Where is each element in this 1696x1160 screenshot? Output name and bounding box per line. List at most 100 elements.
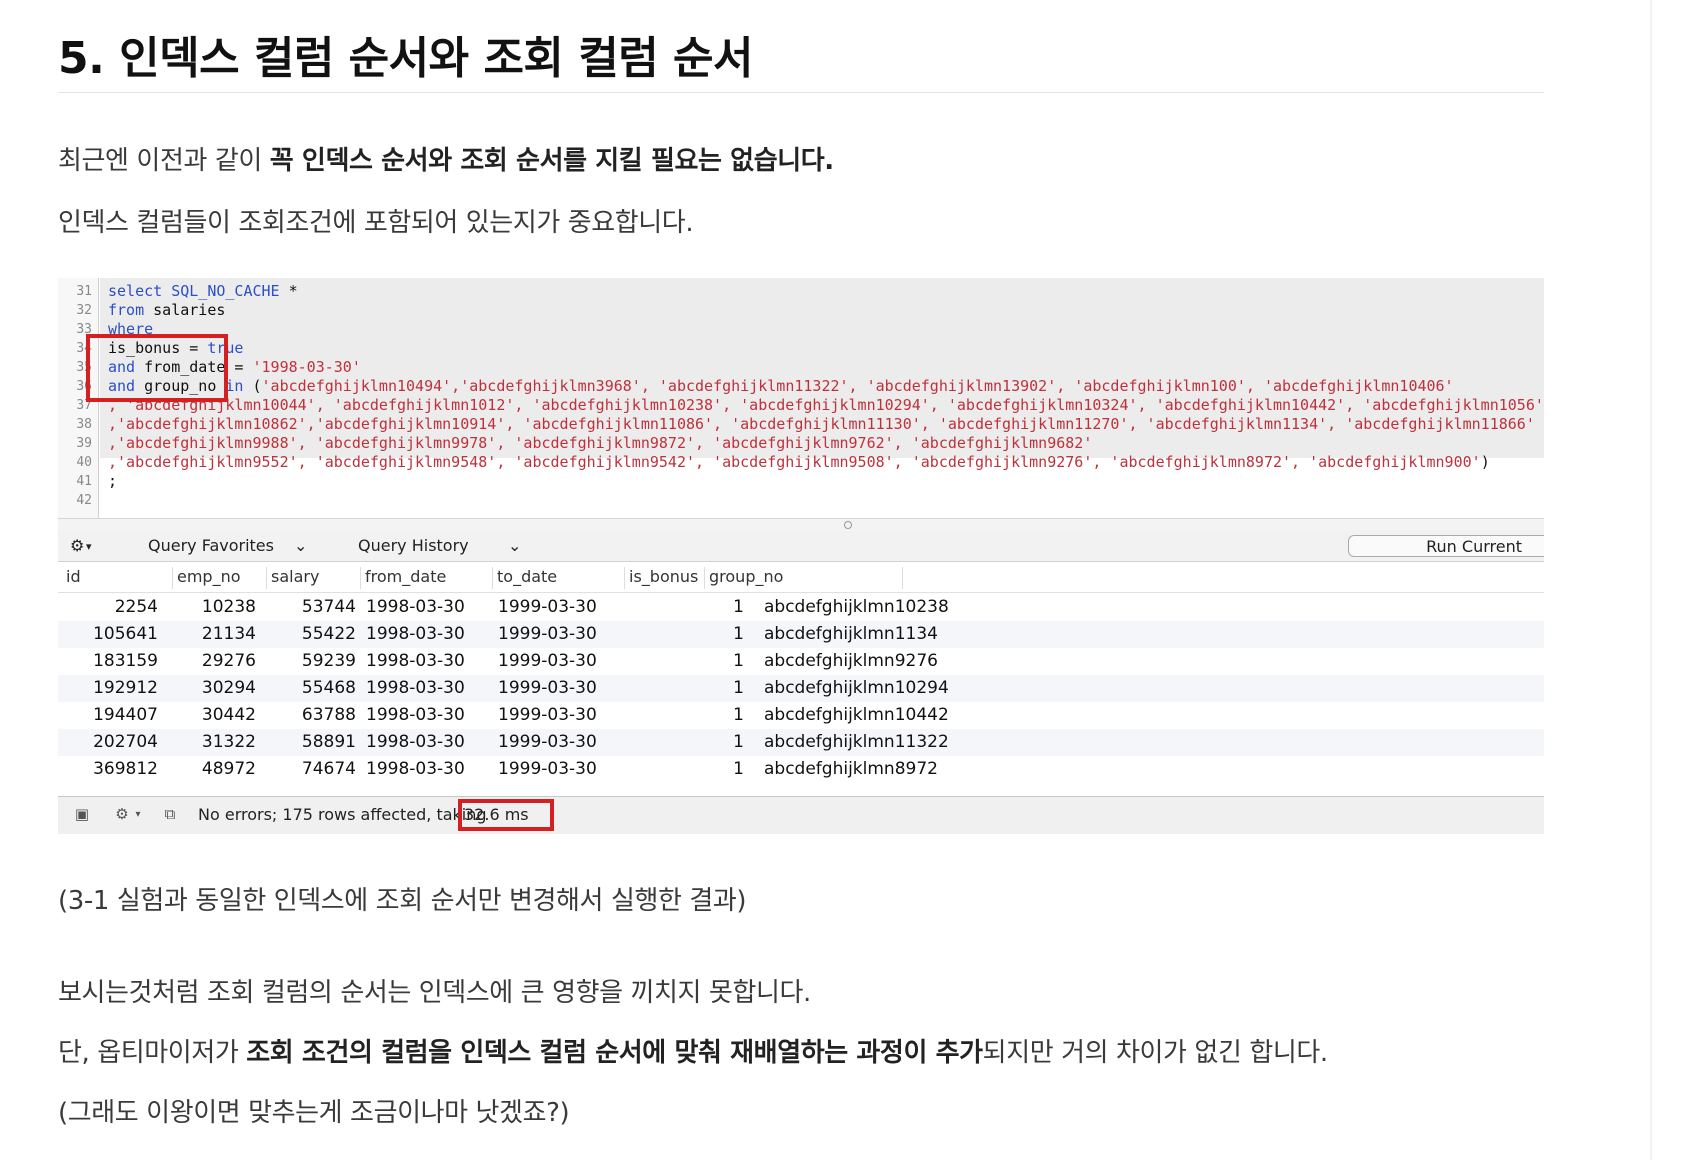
table-cell-group-no: abcdefghijklmn10238	[764, 597, 949, 617]
table-cell-group-no: abcdefghijklmn9276	[764, 651, 938, 671]
code-line-38[interactable]: ,'abcdefghijklmn10862','abcdefghijklmn10…	[108, 415, 1535, 433]
code-line-40[interactable]: ,'abcdefghijklmn9552', 'abcdefghijklmn95…	[108, 453, 1490, 471]
table-cell-id: 192912	[93, 678, 158, 698]
table-cell-emp-no: 30294	[201, 678, 256, 698]
table-cell-id: 183159	[93, 651, 158, 671]
table-cell-id: 2254	[114, 597, 158, 617]
line-number: 40	[76, 455, 92, 470]
title-divider	[58, 92, 1544, 93]
table-cell-emp-no: 30442	[201, 705, 256, 725]
code-text: )	[1480, 453, 1490, 471]
table-cell-salary: 59239	[301, 651, 356, 671]
table-cell-from-date: 1998-03-30	[366, 597, 465, 617]
line-number: 32	[76, 303, 92, 318]
column-header-id[interactable]: id	[62, 567, 81, 589]
column-header-is-bonus[interactable]: is_bonus	[624, 567, 698, 589]
line-number: 42	[76, 493, 92, 508]
table-row[interactable]: 2254 10238 53744 1998-03-30 1999-03-30 1 abcde…	[58, 594, 1544, 621]
query-history-button[interactable]: Query History	[358, 536, 469, 555]
column-header-salary[interactable]: salary	[266, 567, 319, 589]
table-cell-group-no: abcdefghijklmn8972	[764, 759, 938, 779]
outro-paragraph-2: 단, 옵티마이저가 조회 조건의 컬럼을 인덱스 컬럼 순서에 맞춰 재배열하는…	[58, 1032, 1328, 1069]
screenshot-caption: (3-1 실험과 동일한 인덱스에 조회 순서만 변경해서 실행한 결과)	[58, 886, 747, 916]
table-header-row: id emp_no salary from_date to_date is_bo…	[58, 562, 1544, 593]
code-keyword: in	[225, 377, 244, 395]
table-cell-salary: 63788	[301, 705, 356, 725]
code-line-36[interactable]: and group_no in ('abcdefghijklmn10494','…	[108, 377, 1454, 395]
code-string: 'abcdefghijklmn10494','abcdefghijklmn396…	[261, 377, 1454, 395]
code-text: (	[243, 377, 262, 395]
table-cell-to-date: 1999-03-30	[498, 597, 597, 617]
column-header-to-date[interactable]: to_date	[492, 567, 557, 589]
outro-line2-tail: 되지만 거의 차이가 없긴 합니다.	[982, 1038, 1328, 1068]
table-cell-group-no: abcdefghijklmn10294	[764, 678, 949, 698]
code-string: ,'abcdefghijklmn10862','abcdefghijklmn10…	[108, 415, 1535, 433]
status-bar: ▣ ⚙ ▾ ⧉ No errors; 175 rows affected, ta…	[58, 796, 1544, 834]
table-cell-to-date: 1999-03-30	[498, 705, 597, 725]
table-cell-salary: 58891	[301, 732, 356, 752]
code-text: ;	[108, 472, 118, 490]
table-cell-emp-no: 29276	[201, 651, 256, 671]
table-cell-emp-no: 48972	[201, 759, 256, 779]
table-cell-is-bonus: 1	[733, 651, 744, 671]
code-keyword: from	[108, 301, 145, 319]
code-line-39[interactable]: ,'abcdefghijklmn9988', 'abcdefghijklmn99…	[108, 434, 1092, 452]
outro-line2-bold: 조회 조건의 컬럼을 인덱스 컬럼 순서에 맞춰 재배열하는 과정이 추가	[246, 1038, 983, 1068]
code-string: , 'abcdefghijklmn10044', 'abcdefghijklmn…	[108, 396, 1544, 414]
page-title: 5. 인덱스 컬럼 순서와 조회 컬럼 순서	[58, 33, 753, 84]
table-cell-salary: 55468	[301, 678, 356, 698]
gear-icon[interactable]: ⚙	[70, 536, 84, 555]
drag-handle-icon[interactable]	[844, 521, 852, 529]
page-right-rule	[1650, 0, 1652, 1160]
table-cell-from-date: 1998-03-30	[366, 705, 465, 725]
table-cell-from-date: 1998-03-30	[366, 651, 465, 671]
table-cell-to-date: 1999-03-30	[498, 678, 597, 698]
table-row[interactable]: 192912 30294 55468 1998-03-30 1999-03-30 1 abc…	[58, 675, 1544, 702]
outro-paragraph-3: (그래도 이왕이면 맞추는게 조금이나마 낫겠죠?)	[58, 1098, 570, 1128]
code-text: *	[279, 282, 298, 300]
table-cell-is-bonus: 1	[733, 624, 744, 644]
table-row[interactable]: 194407 30442 63788 1998-03-30 1999-03-30 1 abc…	[58, 702, 1544, 729]
table-cell-from-date: 1998-03-30	[366, 624, 465, 644]
table-row[interactable]: 369812 48972 74674 1998-03-30 1999-03-30 1 abc…	[58, 756, 1544, 783]
query-toolbar: ⚙ ▾ Query Favorites ⌄ Query History ⌄ Ru…	[58, 531, 1544, 562]
table-cell-is-bonus: 1	[733, 597, 744, 617]
run-current-button[interactable]: Run Current	[1348, 535, 1544, 557]
table-row[interactable]: 202704 31322 58891 1998-03-30 1999-03-30 1 abc…	[58, 729, 1544, 756]
table-row[interactable]: 105641 21134 55422 1998-03-30 1999-03-30 1 abc…	[58, 621, 1544, 648]
query-favorites-button[interactable]: Query Favorites	[148, 536, 274, 555]
column-header-group-no[interactable]: group_no	[704, 567, 783, 589]
line-number: 39	[76, 436, 92, 451]
chevron-down-icon[interactable]: ⌄	[508, 536, 521, 555]
table-cell-from-date: 1998-03-30	[366, 732, 465, 752]
copy-icon[interactable]: ⧉	[160, 805, 180, 823]
table-cell-salary: 55422	[301, 624, 356, 644]
column-header-emp-no[interactable]: emp_no	[172, 567, 241, 589]
intro-paragraph-2: 인덱스 컬럼들이 조회조건에 포함되어 있는지가 중요합니다.	[58, 208, 694, 238]
table-cell-group-no: abcdefghijklmn1134	[764, 624, 938, 644]
split-divider[interactable]	[58, 518, 1544, 532]
table-cell-emp-no: 21134	[201, 624, 256, 644]
line-number: 31	[76, 284, 92, 299]
table-cell-emp-no: 10238	[201, 597, 256, 617]
console-toggle-icon[interactable]: ▣	[72, 805, 92, 823]
chevron-down-icon[interactable]: ⌄	[294, 536, 307, 555]
table-cell-to-date: 1999-03-30	[498, 624, 597, 644]
code-text: salaries	[144, 301, 226, 319]
table-cell-id: 202704	[93, 732, 158, 752]
intro-line1-text: 최근엔 이전과 같이	[58, 146, 270, 176]
code-line-37[interactable]: , 'abcdefghijklmn10044', 'abcdefghijklmn…	[108, 396, 1544, 414]
table-row[interactable]: 183159 29276 59239 1998-03-30 1999-03-30 1 abc…	[58, 648, 1544, 675]
table-cell-to-date: 1999-03-30	[498, 732, 597, 752]
code-line-41[interactable]: ;	[108, 472, 117, 490]
highlight-box-time	[458, 799, 554, 831]
table-cell-is-bonus: 1	[733, 732, 744, 752]
table-cell-id: 105641	[93, 624, 158, 644]
table-cell-id: 194407	[93, 705, 158, 725]
table-cell-emp-no: 31322	[201, 732, 256, 752]
sql-editor: 31 32 33 34 35 36 37 38 39 40 41 42 sele…	[58, 278, 1544, 518]
code-line-31[interactable]: select SQL_NO_CACHE *	[108, 282, 298, 300]
table-cell-to-date: 1999-03-30	[498, 651, 597, 671]
code-line-32[interactable]: from salaries	[108, 301, 225, 319]
column-header-from-date[interactable]: from_date	[360, 567, 446, 589]
